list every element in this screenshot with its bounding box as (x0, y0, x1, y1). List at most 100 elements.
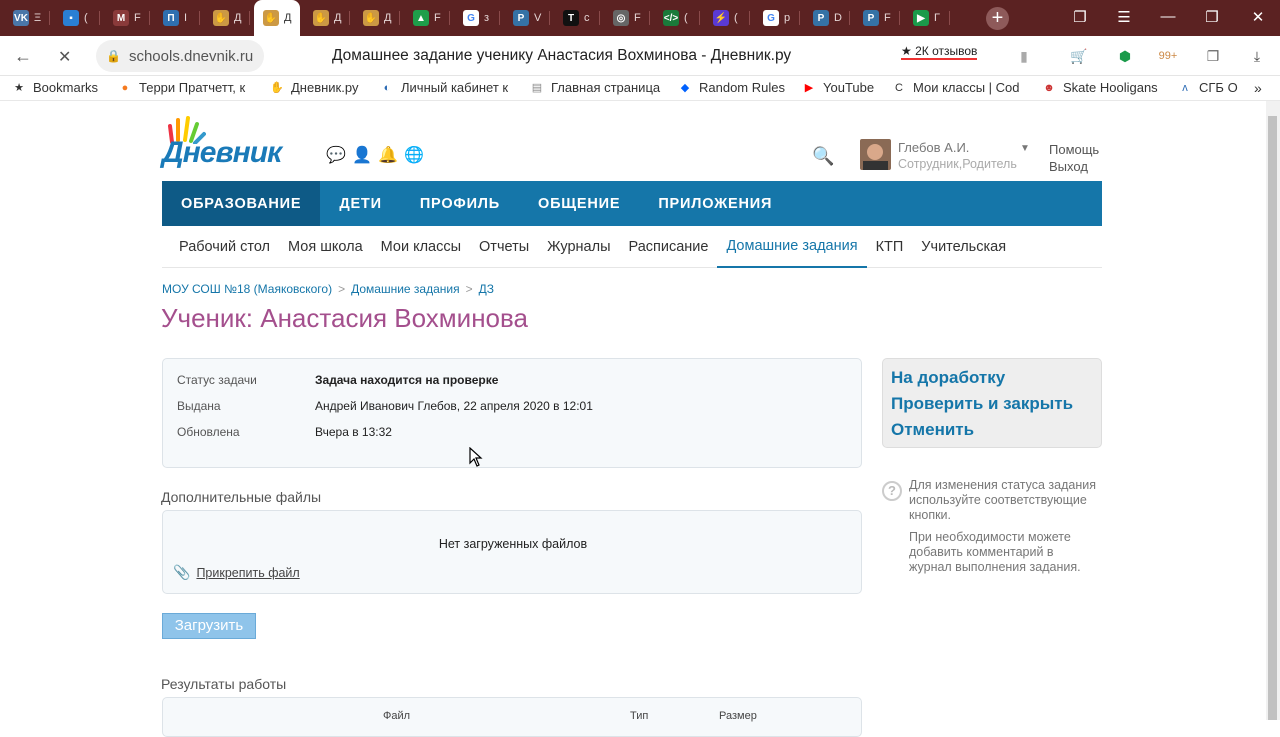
person-icon[interactable]: 👤 (352, 145, 372, 165)
sub-nav-item[interactable]: Моя школа (279, 226, 372, 268)
browser-tab[interactable]: MF (104, 4, 150, 32)
attach-file-label: Прикрепить файл (196, 565, 300, 580)
dnevnik-logo[interactable]: Дневник (162, 116, 307, 169)
bookmark-item[interactable]: ◐ Личный кабинет к (380, 80, 508, 95)
check-and-close-link[interactable]: Проверить и закрыть (891, 391, 1093, 417)
sub-nav-item[interactable]: Отчеты (470, 226, 538, 268)
return-for-revision-link[interactable]: На доработку (891, 365, 1093, 391)
browser-tab[interactable]: </> ( (654, 4, 700, 32)
globe-icon: ◐ (383, 81, 391, 94)
sub-nav-item[interactable]: Расписание (620, 226, 718, 268)
bookmark-item[interactable]: ★ Bookmarks (12, 80, 98, 95)
user-name[interactable]: Глебов А.И. (898, 140, 969, 155)
bookmark-item[interactable]: ▶ YouTube (802, 80, 874, 95)
bookmark-item[interactable]: ʌ СГБ О (1178, 80, 1237, 95)
browser-tab[interactable]: ▶ Г (904, 4, 950, 32)
breadcrumb-link[interactable]: МОУ СОШ №18 (Маяковского) (162, 282, 332, 296)
bookmark-icon[interactable]: ▮ (1013, 46, 1035, 66)
browser-tab[interactable]: Gр (754, 4, 800, 32)
browser-tab[interactable]: ◎ F (604, 4, 650, 32)
tab-search-icon[interactable]: ❐ (1070, 8, 1090, 26)
tab-title: Д (334, 12, 342, 24)
main-nav-item[interactable]: ПРИЛОЖЕНИЯ (639, 181, 791, 226)
cart-icon[interactable]: 🛒 (1068, 46, 1090, 66)
back-icon[interactable]: ← (14, 46, 32, 67)
avatar[interactable] (860, 139, 891, 170)
browser-tab[interactable]: PF (854, 4, 900, 32)
bookmarks-bar: ★ Bookmarks ● Терри Пратчетт, к ✋ Дневник.ру ◐… (0, 76, 1280, 101)
messages-icon[interactable]: 💬 (326, 145, 346, 165)
minimize-icon[interactable]: — (1158, 8, 1178, 25)
breadcrumb-link[interactable]: Домашние задания (351, 282, 460, 296)
logout-link[interactable]: Выход (1049, 158, 1099, 175)
sub-nav-item[interactable]: Мои классы (372, 226, 470, 268)
bell-icon[interactable]: 🔔 (378, 145, 398, 165)
cancel-link[interactable]: Отменить (891, 417, 1093, 443)
browser-tab[interactable]: ▲ F (404, 4, 450, 32)
address-bar-area: ← ✕ 🔒 schools.dnevnik.ru Домашнее задани… (0, 36, 1280, 76)
bookmark-item[interactable]: ☻ Skate Hooligans (1042, 80, 1157, 95)
tab-separator (449, 11, 450, 25)
sub-nav-item[interactable]: Домашние задания (717, 226, 867, 268)
bookmark-item[interactable]: ◆ Random Rules (678, 80, 785, 95)
dnevnik-hand-icon: ✋ (363, 10, 379, 26)
main-nav-item[interactable]: ОБЩЕНИЕ (519, 181, 639, 226)
help-link[interactable]: Помощь (1049, 141, 1099, 158)
sub-nav-item[interactable]: КТП (867, 226, 913, 268)
upload-button[interactable]: Загрузить (162, 613, 256, 639)
browser-tab[interactable]: ✋ Д (204, 4, 250, 32)
bookmark-item[interactable]: ✋ Дневник.ру (270, 80, 358, 95)
attach-file-link[interactable]: 📎 Прикрепить файл (173, 564, 300, 581)
sub-nav-item[interactable]: Журналы (538, 226, 619, 268)
bookmark-item[interactable]: ▤ Главная страница (530, 80, 660, 95)
browser-tab[interactable]: PD (804, 4, 850, 32)
collections-icon[interactable]: ❐ (1202, 46, 1224, 66)
breadcrumb-link[interactable]: ДЗ (479, 282, 494, 296)
menu-icon[interactable]: ☰ (1114, 8, 1134, 26)
tab-separator (199, 11, 200, 25)
browser-tab-strip: VK Ξ ▪(M F П I ✋ Д ✋ Д ✋ Д ✋ Д ▲ F Gз P V Tc ◎ F </>(⚡(Gр P D P F ▶… (0, 0, 1280, 36)
tab-separator (99, 11, 100, 25)
restore-icon[interactable]: ❐ (1202, 8, 1222, 26)
browser-tab[interactable]: Gз (454, 4, 500, 32)
url-field[interactable]: 🔒 schools.dnevnik.ru (96, 40, 264, 72)
breadcrumb-separator: > (338, 282, 346, 296)
scrollbar-thumb[interactable] (1268, 116, 1277, 720)
mail-icon: M (113, 10, 129, 26)
column-header-file: Файл (383, 710, 411, 722)
code-icon: C (895, 81, 903, 94)
browser-tab[interactable]: ✋ Д (304, 4, 350, 32)
browser-tab[interactable]: VK Ξ (4, 4, 50, 32)
extension-99-icon[interactable]: 99+ (1157, 46, 1179, 66)
browser-tab[interactable]: ▪( (54, 4, 100, 32)
main-nav-item[interactable]: ПРОФИЛЬ (401, 181, 519, 226)
browser-tab[interactable]: ✋ Д (254, 0, 300, 36)
main-nav-item[interactable]: ОБРАЗОВАНИЕ (162, 181, 321, 226)
new-tab-button[interactable]: + (986, 7, 1009, 30)
column-header-size: Размер (719, 710, 757, 722)
sub-nav-item[interactable]: Рабочий стол (170, 226, 279, 268)
globe-icon[interactable]: 🌐 (404, 145, 424, 165)
bookmark-item[interactable]: C Мои классы | Cod (892, 80, 1020, 95)
main-nav-item[interactable]: ДЕТИ (320, 181, 400, 226)
search-icon[interactable]: 🔍 (812, 146, 834, 167)
close-icon[interactable]: ✕ (1248, 8, 1268, 26)
status-label: Выдана (177, 399, 221, 413)
chevron-down-icon[interactable]: ▼ (1020, 143, 1030, 154)
browser-tab[interactable]: ⚡( (704, 4, 750, 32)
tab-title: I (184, 12, 188, 24)
sub-nav-item[interactable]: Учительская (912, 226, 1015, 268)
browser-tab[interactable]: Tc (554, 4, 600, 32)
stop-icon[interactable]: ✕ (58, 47, 71, 67)
vk-icon: VK (13, 10, 29, 26)
browser-tab[interactable]: PV (504, 4, 550, 32)
browser-tab[interactable]: ✋ Д (354, 4, 400, 32)
bookmarks-overflow-icon[interactable]: » (1254, 80, 1262, 96)
download-icon[interactable]: ⤓ (1246, 46, 1268, 66)
reviews-badge[interactable]: ★ 2К отзывов (901, 44, 978, 60)
actions-panel: На доработку Проверить и закрыть Отменит… (882, 358, 1102, 448)
browser-tab[interactable]: ПI (154, 4, 200, 32)
shield-extension-icon[interactable]: ⬢ (1114, 46, 1136, 66)
bookmark-label: Bookmarks (33, 80, 99, 95)
bookmark-item[interactable]: ● Терри Пратчетт, к (118, 80, 246, 95)
